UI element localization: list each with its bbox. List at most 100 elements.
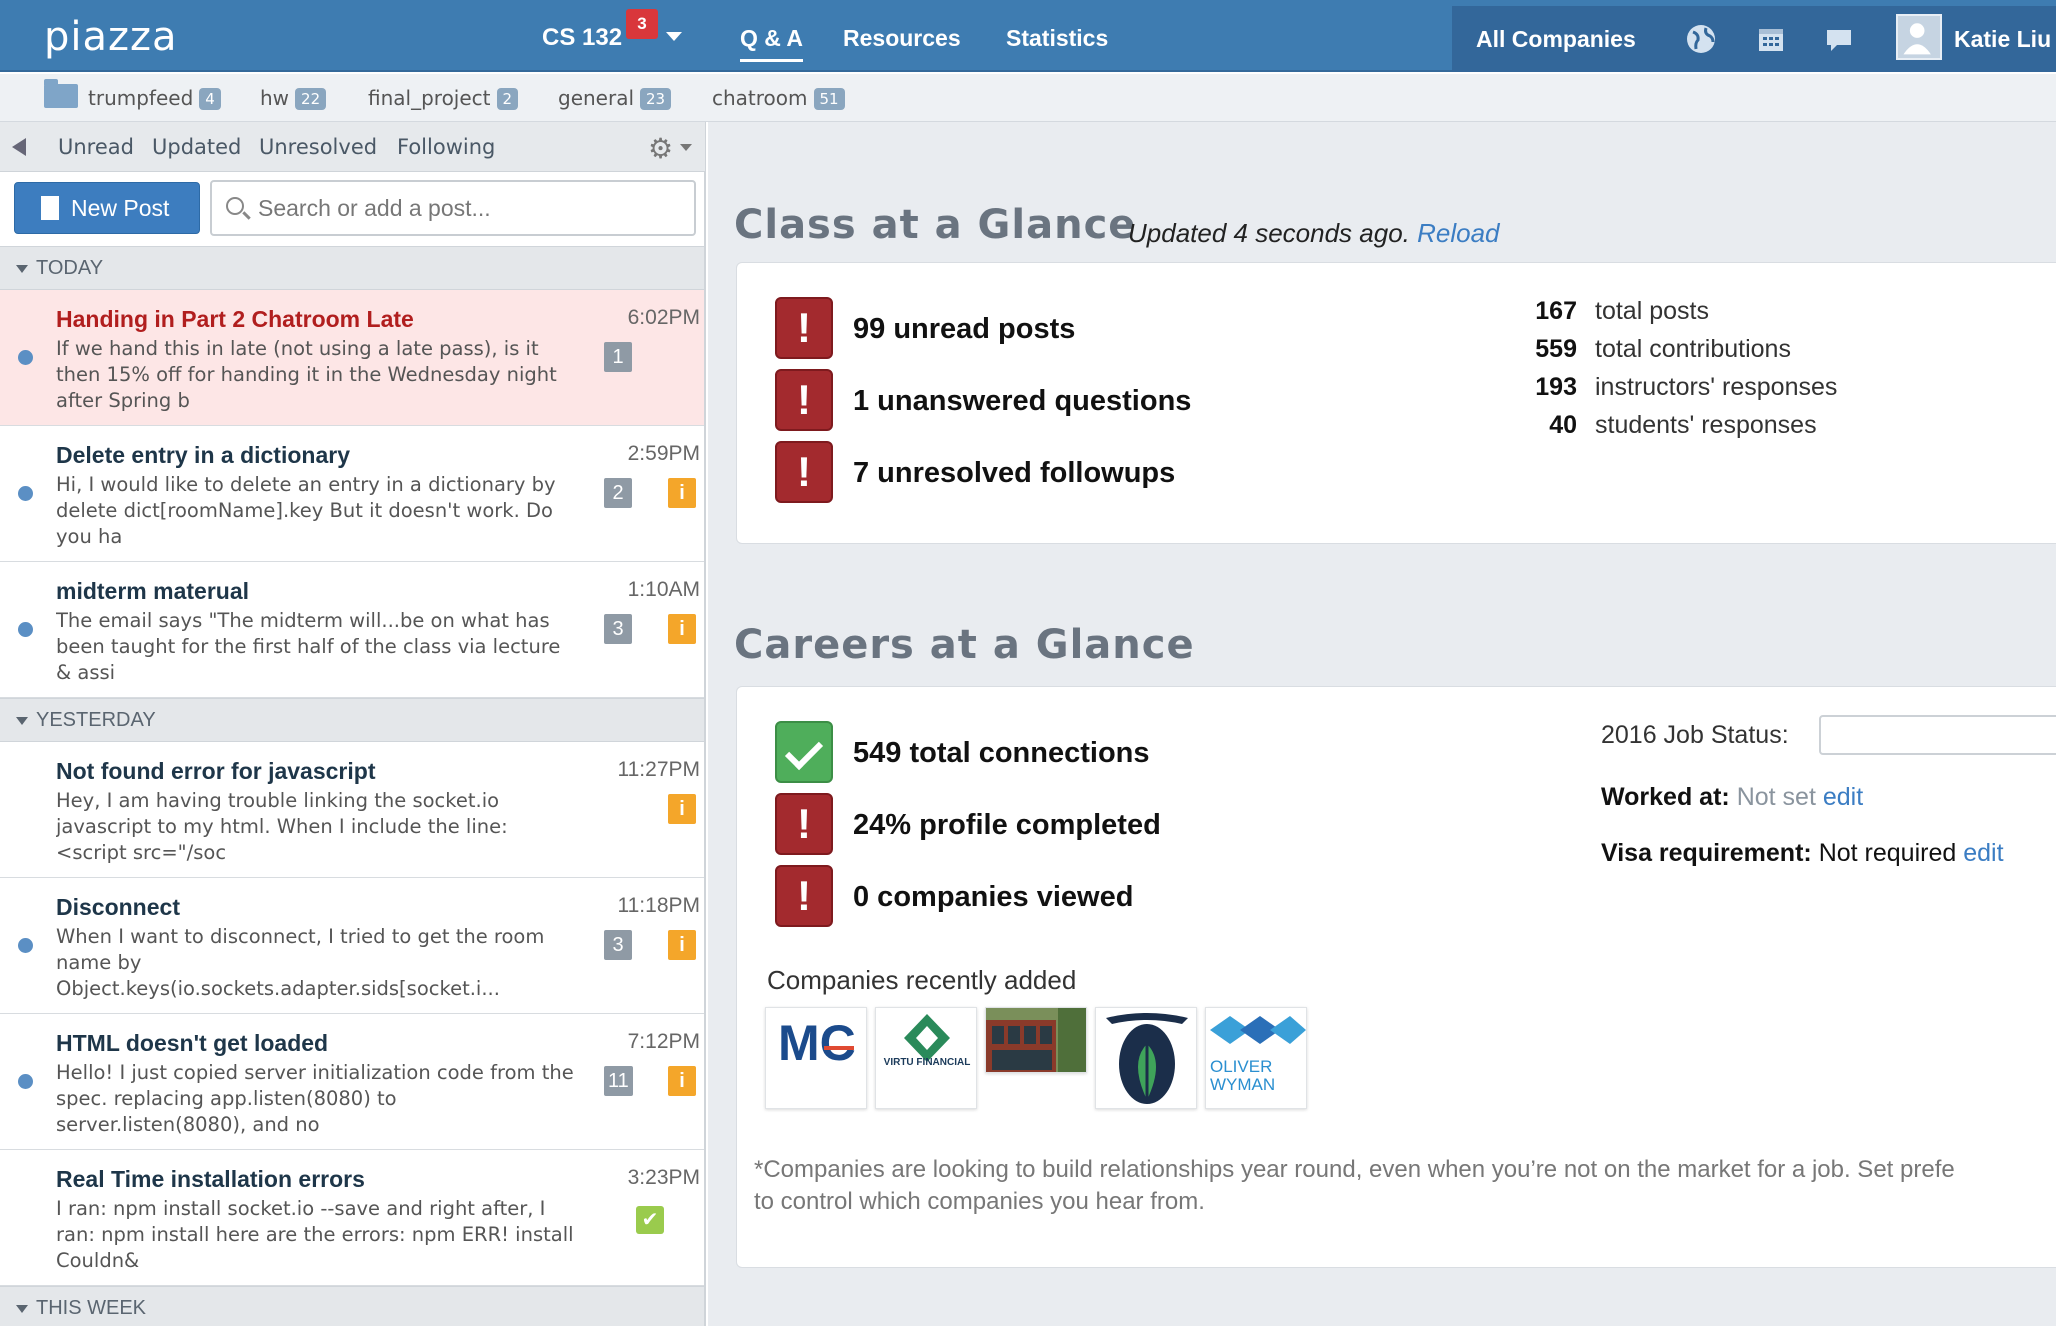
post-snippet: Hey, I am having trouble linking the soc… [56,789,508,864]
alert-icon: ! [775,297,833,359]
list-item[interactable]: Handing in Part 2 Chatroom Late If we ha… [0,290,704,426]
company-logo-mc[interactable]: MC [765,1007,867,1109]
piazza-app: piazza CS 132 3 Q & A Resources Statisti… [0,0,2056,1326]
globe-icon[interactable] [1684,22,1718,56]
user-name[interactable]: Katie Liu [1954,26,2051,53]
response-count-badge: 1 [604,342,632,372]
instructor-icon: i [668,794,696,824]
folder-icon[interactable] [44,79,78,108]
company-logo-cicada[interactable] [1095,1007,1197,1109]
folder-hw[interactable]: hw 22 [260,86,327,110]
careers-footnote: *Companies are looking to build relation… [754,1154,2054,1218]
folder-general[interactable]: general 23 [558,86,672,110]
filter-bar: Unread Updated Unresolved Following ⚙ [0,122,706,172]
reload-link[interactable]: Reload [1417,218,1499,248]
company-logo-virtu-financial[interactable]: VIRTU FINANCIAL [875,1007,977,1109]
svg-text:OLIVER: OLIVER [1210,1057,1272,1076]
post-title: midterm materual [56,578,250,604]
stat-label: 1 unanswered questions [853,385,1192,417]
resolved-check-icon: ✔ [636,1206,664,1234]
svg-text:VIRTU FINANCIAL: VIRTU FINANCIAL [884,1057,971,1068]
post-time: 1:10AM [627,578,700,601]
nav-resources[interactable]: Resources [843,25,961,52]
post-time: 2:59PM [627,442,700,465]
list-item[interactable]: Disconnect When I want to disconnect, I … [0,878,704,1014]
folder-final-project[interactable]: final_project 2 [368,86,519,110]
instructor-icon: i [668,478,696,508]
search-input[interactable]: Search or add a post... [210,180,696,236]
footnote-line-2: to control which companies you hear from… [754,1188,1205,1215]
stat-label: 24% profile completed [853,809,1161,841]
filter-updated[interactable]: Updated [152,135,241,159]
unread-indicator [18,938,33,953]
list-item[interactable]: Not found error for javascript Hey, I am… [0,742,704,878]
calendar-icon[interactable] [1754,22,1788,56]
unread-indicator [18,622,33,637]
total-row: 559 total contributions [1535,335,1791,363]
top-navigation-bar: piazza CS 132 3 Q & A Resources Statisti… [0,0,2056,72]
post-title: Delete entry in a dictionary [56,442,350,468]
piazza-logo[interactable]: piazza [44,14,178,60]
post-time: 11:27PM [617,758,701,781]
updated-status: Updated 4 seconds ago. Reload [1128,218,1500,248]
dashboard-main: Class at a Glance Updated 4 seconds ago.… [708,122,2056,1326]
list-item[interactable]: Real Time installation errors I ran: npm… [0,1150,704,1286]
company-logo-building[interactable] [985,1007,1087,1073]
unread-indicator [18,1074,33,1089]
check-icon [775,721,833,783]
instructor-icon: i [668,930,696,960]
unread-indicator [18,486,33,501]
group-header-yesterday[interactable]: YESTERDAY [0,698,704,742]
class-glance-title: Class at a Glance [734,202,1137,248]
new-post-button[interactable]: New Post [14,182,200,234]
total-row: 167 total posts [1535,297,1709,325]
group-header-this-week[interactable]: THIS WEEK [0,1286,704,1326]
response-count-badge: 11 [604,1066,633,1096]
stat-label: 7 unresolved followups [853,457,1176,489]
post-title: Real Time installation errors [56,1166,365,1192]
post-snippet: If we hand this in late (not using a lat… [56,337,557,412]
top-right-panel: All Companies Katie Liu [1452,6,2056,72]
unread-indicator [18,350,33,365]
footnote-line-1: *Companies are looking to build relation… [754,1156,1955,1183]
chat-icon[interactable] [1822,22,1856,56]
total-row: 40 students' responses [1549,411,1817,439]
folder-trumpfeed[interactable]: trumpfeed 4 [88,86,221,110]
worked-at-row: Worked at: Not set edit [1601,783,1864,811]
search-icon [226,197,244,215]
post-title: Disconnect [56,894,180,920]
edit-worked-at-link[interactable]: edit [1823,783,1863,811]
post-time: 7:12PM [627,1030,700,1053]
gear-icon[interactable]: ⚙ [648,132,673,165]
post-snippet: Hi, I would like to delete an entry in a… [56,473,556,548]
chevron-down-icon[interactable] [680,144,692,151]
chevron-down-icon[interactable] [666,32,682,41]
list-item[interactable]: Delete entry in a dictionary Hi, I would… [0,426,704,562]
course-selector[interactable]: CS 132 [542,24,622,52]
avatar[interactable] [1896,14,1942,60]
filter-unread[interactable]: Unread [58,135,134,159]
alert-icon: ! [775,441,833,503]
visa-row: Visa requirement: Not required edit [1601,839,2004,867]
filter-unresolved[interactable]: Unresolved [259,135,377,159]
total-row: 193 instructors' responses [1535,373,1838,401]
filter-following[interactable]: Following [397,135,495,159]
instructor-icon: i [668,1066,696,1096]
group-header-today[interactable]: TODAY [0,246,704,290]
post-snippet: The email says "The midterm will...be on… [56,609,561,684]
collapse-sidebar-icon[interactable] [12,138,26,156]
nav-qa[interactable]: Q & A [740,25,804,62]
edit-visa-link[interactable]: edit [1963,839,2003,867]
instructor-icon: i [668,614,696,644]
class-totals: 167 total posts 559 total contributions 19… [1497,297,1837,449]
list-item[interactable]: midterm materual The email says "The mid… [0,562,704,698]
post-snippet: Hello! I just copied server initializati… [56,1061,574,1136]
list-item[interactable]: HTML doesn't get loaded Hello! I just co… [0,1014,704,1150]
all-companies-link[interactable]: All Companies [1476,26,1636,53]
nav-statistics[interactable]: Statistics [1006,25,1108,52]
job-status-select[interactable] [1819,715,2056,755]
folder-chatroom[interactable]: chatroom 51 [712,86,845,110]
stat-label: 549 total connections [853,737,1150,769]
stat-label: 99 unread posts [853,313,1076,345]
company-logo-oliver-wyman[interactable]: OLIVER WYMAN [1205,1007,1307,1109]
